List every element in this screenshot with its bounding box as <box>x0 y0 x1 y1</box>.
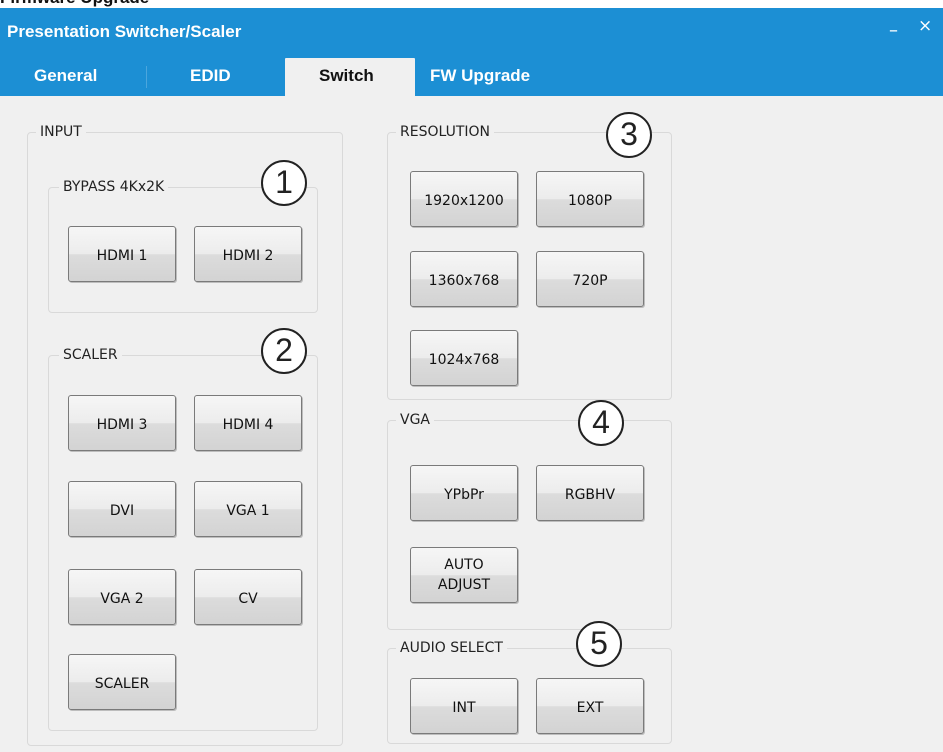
auto-adjust-button[interactable]: AUTO ADJUST <box>410 547 518 603</box>
button-label: AUTO <box>444 557 484 573</box>
button-label: HDMI 3 <box>96 417 148 433</box>
scaler-button[interactable]: SCALER <box>68 654 176 710</box>
res-1024x768-button[interactable]: 1024x768 <box>410 330 518 386</box>
tab-general[interactable]: General <box>17 58 137 96</box>
input-group-label: INPUT <box>36 124 86 140</box>
button-label: EXT <box>576 700 604 716</box>
bypass-group-label: BYPASS 4Kx2K <box>59 179 169 195</box>
tab-switch-label: Switch <box>319 66 374 85</box>
button-label: HDMI 1 <box>96 248 148 264</box>
marker-1: 1 <box>261 160 307 206</box>
button-label: RGBHV <box>564 487 616 503</box>
button-label: HDMI 4 <box>222 417 274 433</box>
button-label: INT <box>452 700 476 716</box>
dvi-button[interactable]: DVI <box>68 481 176 537</box>
vga1-button[interactable]: VGA 1 <box>194 481 302 537</box>
tab-edid-label: EDID <box>190 66 231 85</box>
scaler-group-label: SCALER <box>59 347 122 363</box>
title-bar: Presentation Switcher/Scaler – × <box>0 8 943 56</box>
res-720p-button[interactable]: 720P <box>536 251 644 307</box>
button-label: CV <box>238 591 258 607</box>
cropped-heading: Firmware Upgrade <box>0 0 149 8</box>
marker-4: 4 <box>578 400 624 446</box>
cv-button[interactable]: CV <box>194 569 302 625</box>
tab-switch[interactable]: Switch <box>285 58 415 96</box>
tab-edid[interactable]: EDID <box>160 58 260 96</box>
button-label: 1080P <box>567 193 613 209</box>
cropped-heading-strip: Firmware Upgrade <box>0 0 943 8</box>
close-icon[interactable]: × <box>918 17 932 35</box>
resolution-group-label: RESOLUTION <box>396 124 495 140</box>
button-label: 1360x768 <box>428 273 500 289</box>
audio-int-button[interactable]: INT <box>410 678 518 734</box>
vga-group-label: VGA <box>396 412 435 428</box>
button-label: ADJUST <box>437 577 491 593</box>
button-label: HDMI 2 <box>222 248 274 264</box>
audio-ext-button[interactable]: EXT <box>536 678 644 734</box>
vga-group: VGA 4 YPbPr RGBHV AUTO ADJUST <box>387 400 672 630</box>
hdmi3-button[interactable]: HDMI 3 <box>68 395 176 451</box>
hdmi1-button[interactable]: HDMI 1 <box>68 226 176 282</box>
hdmi4-button[interactable]: HDMI 4 <box>194 395 302 451</box>
tab-separator <box>146 66 147 88</box>
res-1920x1200-button[interactable]: 1920x1200 <box>410 171 518 227</box>
button-label: YPbPr <box>444 487 484 503</box>
marker-3: 3 <box>606 112 652 158</box>
switcher-window: Presentation Switcher/Scaler – × General… <box>0 8 943 752</box>
tab-general-label: General <box>34 66 98 85</box>
marker-5: 5 <box>576 621 622 667</box>
button-label: DVI <box>109 503 135 519</box>
button-label: 720P <box>572 273 608 289</box>
audio-group-label: AUDIO SELECT <box>396 640 507 656</box>
bypass-group: BYPASS 4Kx2K 1 HDMI 1 HDMI 2 <box>48 160 318 313</box>
audio-group: AUDIO SELECT 5 INT EXT <box>387 621 672 744</box>
scaler-group: SCALER 2 HDMI 3 HDMI 4 DVI VGA 1 VGA 2 C… <box>48 328 318 731</box>
tab-fw-upgrade-label: FW Upgrade <box>430 66 531 85</box>
marker-2: 2 <box>261 328 307 374</box>
res-1080p-button[interactable]: 1080P <box>536 171 644 227</box>
button-label: SCALER <box>94 676 150 692</box>
button-label: VGA 1 <box>226 503 270 519</box>
button-label: 1024x768 <box>428 352 500 368</box>
tab-fw-upgrade[interactable]: FW Upgrade <box>415 58 565 96</box>
minimize-icon[interactable]: – <box>889 22 898 40</box>
input-group: INPUT BYPASS 4Kx2K 1 HDMI 1 HDMI 2 SCALE… <box>27 124 343 746</box>
button-label: VGA 2 <box>100 591 144 607</box>
button-label: 1920x1200 <box>424 193 504 209</box>
ypbpr-button[interactable]: YPbPr <box>410 465 518 521</box>
rgbhv-button[interactable]: RGBHV <box>536 465 644 521</box>
hdmi2-button[interactable]: HDMI 2 <box>194 226 302 282</box>
res-1360x768-button[interactable]: 1360x768 <box>410 251 518 307</box>
window-title: Presentation Switcher/Scaler <box>7 22 242 41</box>
vga2-button[interactable]: VGA 2 <box>68 569 176 625</box>
resolution-group: RESOLUTION 3 1920x1200 1080P 1360x768 72… <box>387 112 672 400</box>
